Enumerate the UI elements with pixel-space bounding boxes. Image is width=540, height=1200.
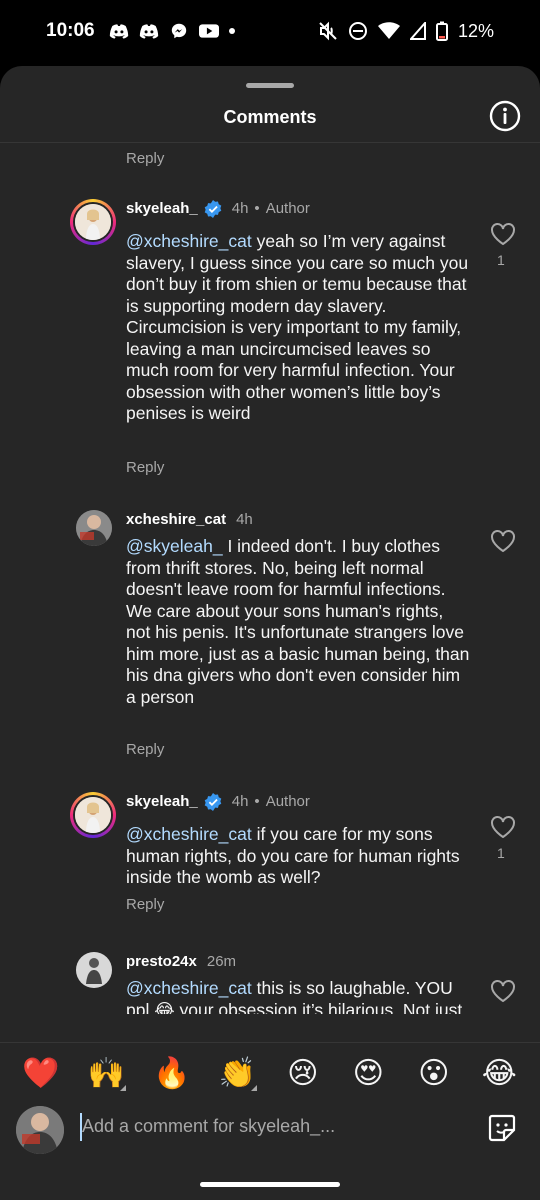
comment-text: @xcheshire_cat yeah so I’m very against … bbox=[126, 231, 471, 425]
comment-meta: xcheshire_cat 4h bbox=[126, 510, 253, 530]
comment-time: 4h bbox=[236, 511, 253, 528]
comment-text: @skyeleah_ I indeed don't. I buy clothes… bbox=[126, 536, 471, 708]
comment-text-line: yeah so I’m very against bbox=[251, 231, 446, 251]
heart-icon[interactable] bbox=[490, 815, 516, 839]
emoji-heart[interactable]: ❤️ bbox=[19, 1058, 63, 1089]
username[interactable]: skyeleah_ bbox=[126, 792, 198, 812]
comments-sheet: Comments Reply skyeleah_ 4h • Author @xc… bbox=[0, 66, 540, 1200]
heart-icon[interactable] bbox=[490, 979, 516, 1003]
battery-percent: 12% bbox=[457, 20, 494, 41]
home-indicator[interactable] bbox=[200, 1182, 340, 1187]
comment-text-rest: slavery, I guess since you care so much … bbox=[126, 252, 469, 316]
verified-badge-icon bbox=[204, 200, 222, 218]
verified-badge-icon bbox=[204, 793, 222, 811]
separator-dot: • bbox=[254, 793, 260, 810]
author-label: Author bbox=[265, 793, 310, 810]
status-time: 10:06 bbox=[46, 20, 95, 41]
comment-text: @xcheshire_cat this is so laughable. YOU… bbox=[126, 978, 471, 1014]
emoji-laughing[interactable]: 😂 bbox=[477, 1058, 521, 1089]
wifi-icon bbox=[377, 22, 400, 39]
sheet-header: Comments bbox=[0, 96, 540, 138]
reply-button[interactable]: Reply bbox=[126, 896, 164, 913]
discord-icon bbox=[109, 24, 128, 39]
comment-input[interactable]: Add a comment for skyeleah_... bbox=[82, 1116, 335, 1137]
reply-button[interactable]: Reply bbox=[126, 459, 164, 476]
username[interactable]: skyeleah_ bbox=[126, 199, 198, 219]
reply-button[interactable]: Reply bbox=[126, 150, 164, 167]
comment-text-paragraph: Circumcision is very important to my fam… bbox=[126, 317, 462, 423]
info-icon[interactable] bbox=[488, 99, 522, 133]
like-count: 1 bbox=[497, 252, 505, 268]
emoji-crying[interactable]: 😢 bbox=[281, 1058, 325, 1089]
comment-text: @xcheshire_cat if you care for my sons h… bbox=[126, 824, 471, 889]
sticker-icon[interactable] bbox=[486, 1112, 518, 1144]
username[interactable]: xcheshire_cat bbox=[126, 510, 226, 530]
separator-dot: • bbox=[254, 200, 260, 217]
like-count: 1 bbox=[497, 845, 505, 861]
heart-icon[interactable] bbox=[490, 222, 516, 246]
comment-time: 4h bbox=[231, 200, 249, 217]
avatar[interactable] bbox=[76, 952, 112, 988]
mention-link[interactable]: @xcheshire_cat bbox=[126, 231, 252, 251]
emoji-reaction-bar: ❤️ 🙌 🔥 👏 😢 😍 😮 😂 bbox=[0, 1042, 540, 1104]
emoji-clap[interactable]: 👏 bbox=[215, 1058, 259, 1091]
emoji-heart-eyes[interactable]: 😍 bbox=[346, 1058, 390, 1089]
comment-time: 4h bbox=[231, 793, 249, 810]
reply-button[interactable]: Reply bbox=[126, 741, 164, 758]
comments-list: Reply skyeleah_ 4h • Author @xcheshire_c… bbox=[0, 144, 540, 1014]
skin-tone-indicator bbox=[120, 1084, 127, 1091]
username[interactable]: presto24x bbox=[126, 952, 197, 972]
mention-link[interactable]: @skyeleah_ bbox=[126, 536, 223, 556]
avatar[interactable] bbox=[70, 792, 116, 838]
notification-dot bbox=[228, 28, 235, 34]
youtube-icon bbox=[198, 24, 219, 38]
discord-icon bbox=[139, 24, 158, 39]
mention-link[interactable]: @xcheshire_cat bbox=[126, 824, 252, 844]
emoji-fire[interactable]: 🔥 bbox=[150, 1058, 194, 1089]
comment-time: 26m bbox=[206, 953, 237, 970]
comment-text-rest: I indeed don't. I buy clothes from thrif… bbox=[126, 536, 470, 707]
heart-icon[interactable] bbox=[490, 529, 516, 553]
comment-composer: Add a comment for skyeleah_... bbox=[0, 1100, 540, 1160]
header-divider bbox=[0, 142, 540, 143]
emoji-surprised[interactable]: 😮 bbox=[412, 1058, 456, 1089]
comment-meta: skyeleah_ 4h • Author bbox=[126, 792, 310, 812]
emoji-raised-hands[interactable]: 🙌 bbox=[84, 1058, 128, 1091]
page-title: Comments bbox=[223, 106, 317, 127]
author-label: Author bbox=[265, 200, 310, 217]
status-bar: 10:06 12% bbox=[0, 0, 540, 62]
current-user-avatar bbox=[16, 1106, 64, 1154]
sheet-grabber[interactable] bbox=[246, 83, 294, 88]
skin-tone-indicator bbox=[251, 1084, 258, 1091]
messenger-icon bbox=[171, 23, 186, 39]
signal-icon bbox=[409, 22, 426, 40]
mention-link[interactable]: @xcheshire_cat bbox=[126, 978, 252, 998]
avatar[interactable] bbox=[76, 510, 112, 546]
comment-meta: presto24x 26m bbox=[126, 952, 236, 972]
dnd-icon bbox=[348, 22, 367, 40]
battery-icon bbox=[435, 21, 448, 41]
comment-meta: skyeleah_ 4h • Author bbox=[126, 199, 310, 219]
mute-icon bbox=[319, 21, 337, 41]
avatar[interactable] bbox=[70, 199, 116, 245]
